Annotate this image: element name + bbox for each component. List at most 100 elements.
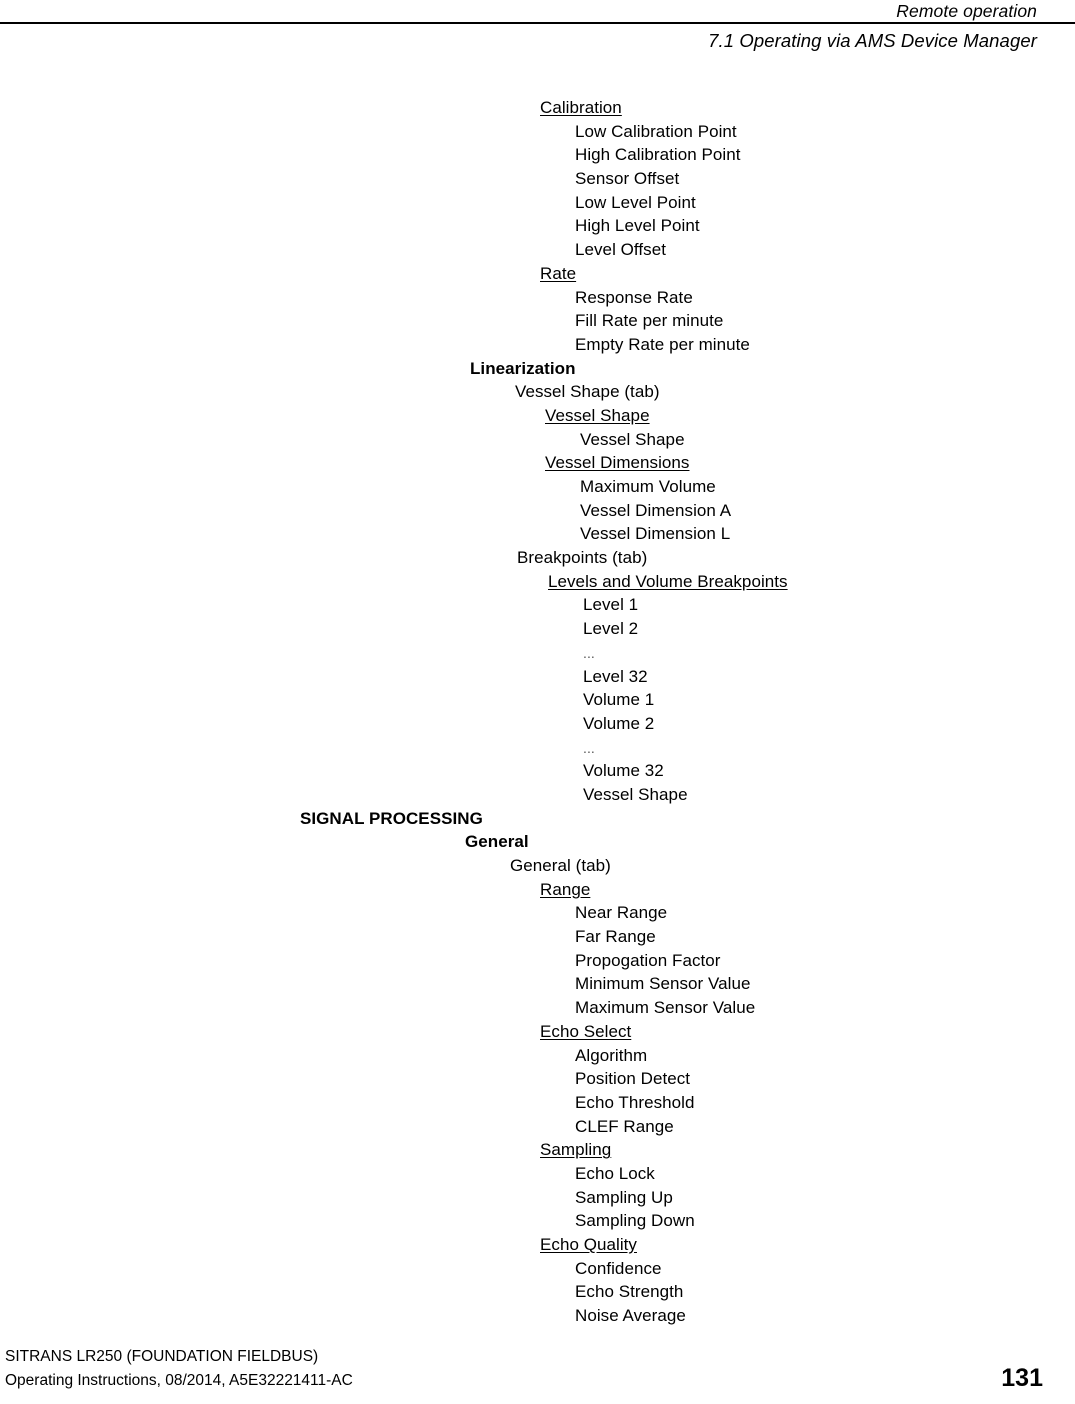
tree-item-label: Position Detect (575, 1069, 691, 1089)
tree-line: Maximum Volume (0, 475, 1075, 499)
tree-item-label: Volume 32 (583, 761, 664, 781)
tree-item-label: Sampling Up (575, 1187, 673, 1207)
footer-document-reference: Operating Instructions, 08/2014, A5E3222… (5, 1372, 353, 1389)
header-section-title: 7.1 Operating via AMS Device Manager (708, 30, 1037, 51)
tree-item-label: Maximum Volume (580, 477, 716, 496)
tree-item-label: Volume 1 (583, 690, 655, 710)
page-header: Remote operation 7.1 Operating via AMS D… (0, 0, 1075, 62)
tree-item-label: High Calibration Point (575, 145, 741, 165)
tree-line: Minimum Sensor Value (0, 972, 1075, 996)
tree-line: Range (0, 878, 1075, 902)
tree-item-label: Level 2 (583, 619, 639, 639)
tree-line: Echo Select (0, 1020, 1075, 1044)
tree-item-label: Echo Strength (575, 1282, 684, 1302)
tree-line: Low Level Point (0, 191, 1075, 215)
tree-line: SIGNAL PROCESSING (0, 807, 1075, 831)
tree-item-label: Echo Quality (540, 1235, 637, 1254)
tree-line: Level Offset (0, 238, 1075, 262)
tree-line: Level 1 (0, 593, 1075, 617)
tree-line: ... (0, 736, 1075, 760)
tree-line: Vessel Shape (0, 428, 1075, 452)
tree-line: Volume 1 (0, 688, 1075, 712)
tree-line: Empty Rate per minute (0, 333, 1075, 357)
tree-item-label: Rate (540, 263, 577, 283)
tree-item-label: Calibration (540, 98, 622, 117)
tree-line: CLEF Range (0, 1115, 1075, 1139)
tree-line: General (tab) (0, 854, 1075, 878)
tree-item-label: Propogation Factor (575, 950, 721, 970)
tree-line: Echo Strength (0, 1280, 1075, 1304)
tree-item-label: Sampling Down (575, 1211, 695, 1231)
tree-item-label: Range (540, 879, 591, 899)
tree-line: Position Detect (0, 1067, 1075, 1091)
tree-item-label: High Level Point (575, 216, 700, 236)
tree-item-label: Sensor Offset (575, 169, 680, 189)
tree-line: Level 2 (0, 617, 1075, 641)
tree-item-label: Echo Threshold (575, 1092, 695, 1112)
tree-line: Linearization (0, 357, 1075, 381)
tree-line: Echo Lock (0, 1162, 1075, 1186)
tree-line: Response Rate (0, 286, 1075, 310)
tree-item-label: SIGNAL PROCESSING (300, 808, 483, 828)
tree-line: High Level Point (0, 214, 1075, 238)
tree-line: Level 32 (0, 665, 1075, 689)
tree-item-label: Level 1 (583, 595, 639, 615)
tree-item-label: Confidence (575, 1258, 662, 1278)
tree-item-label: Levels and Volume Breakpoints (548, 571, 788, 591)
tree-line: General (0, 830, 1075, 854)
tree-item-label: Sampling (540, 1140, 612, 1160)
header-chapter-title: Remote operation (896, 1, 1037, 21)
tree-item-label: Empty Rate per minute (575, 334, 750, 354)
tree-line: Fill Rate per minute (0, 309, 1075, 333)
tree-line: Vessel Dimensions (0, 451, 1075, 475)
tree-item-label: Linearization (470, 358, 576, 378)
tree-item-label: Echo Lock (575, 1163, 655, 1183)
tree-line: Sampling (0, 1138, 1075, 1162)
tree-line: Calibration (0, 96, 1075, 120)
tree-line: Breakpoints (tab) (0, 546, 1075, 570)
tree-line: Levels and Volume Breakpoints (0, 570, 1075, 594)
tree-item-label: Breakpoints (tab) (517, 548, 648, 568)
tree-ellipsis: ... (583, 739, 595, 756)
tree-item-label: Level Offset (575, 240, 667, 260)
tree-line: Sampling Down (0, 1209, 1075, 1233)
tree-item-label: Response Rate (575, 287, 693, 307)
tree-line: High Calibration Point (0, 143, 1075, 167)
tree-item-label: Maximum Sensor Value (575, 998, 756, 1018)
tree-line: Near Range (0, 901, 1075, 925)
tree-line: Low Calibration Point (0, 120, 1075, 144)
tree-line: Algorithm (0, 1044, 1075, 1068)
tree-line: Volume 32 (0, 759, 1075, 783)
tree-line: Vessel Shape (tab) (0, 380, 1075, 404)
tree-item-label: General (465, 832, 529, 852)
tree-item-label: Low Level Point (575, 192, 696, 212)
tree-line: Propogation Factor (0, 949, 1075, 973)
tree-item-label: Minimum Sensor Value (575, 974, 751, 994)
tree-item-label: Fill Rate per minute (575, 311, 724, 331)
tree-item-label: Algorithm (575, 1045, 648, 1065)
tree-line: Echo Quality (0, 1233, 1075, 1257)
tree-item-label: Vessel Dimension L (580, 524, 731, 544)
footer-product-name: SITRANS LR250 (FOUNDATION FIELDBUS) (5, 1348, 319, 1365)
header-divider (0, 22, 1075, 24)
tree-line: Vessel Dimension A (0, 499, 1075, 523)
tree-item-label: Near Range (575, 903, 668, 923)
tree-item-label: Low Calibration Point (575, 121, 737, 141)
tree-line: Vessel Shape (0, 783, 1075, 807)
tree-item-label: General (tab) (510, 856, 611, 875)
tree-line: Sampling Up (0, 1186, 1075, 1210)
tree-item-label: Noise Average (575, 1306, 686, 1326)
tree-item-label: Vessel Shape (tab) (515, 382, 660, 402)
tree-line: Maximum Sensor Value (0, 996, 1075, 1020)
tree-line: Sensor Offset (0, 167, 1075, 191)
tree-item-label: CLEF Range (575, 1116, 674, 1136)
tree-line: Echo Threshold (0, 1091, 1075, 1115)
tree-line: ... (0, 641, 1075, 665)
tree-ellipsis: ... (583, 644, 595, 661)
tree-item-label: Vessel Shape (580, 429, 685, 449)
tree-item-label: Level 32 (583, 666, 648, 686)
tree-line: Vessel Shape (0, 404, 1075, 428)
tree-line: Noise Average (0, 1304, 1075, 1328)
tree-line: Volume 2 (0, 712, 1075, 736)
tree-line: Rate (0, 262, 1075, 286)
